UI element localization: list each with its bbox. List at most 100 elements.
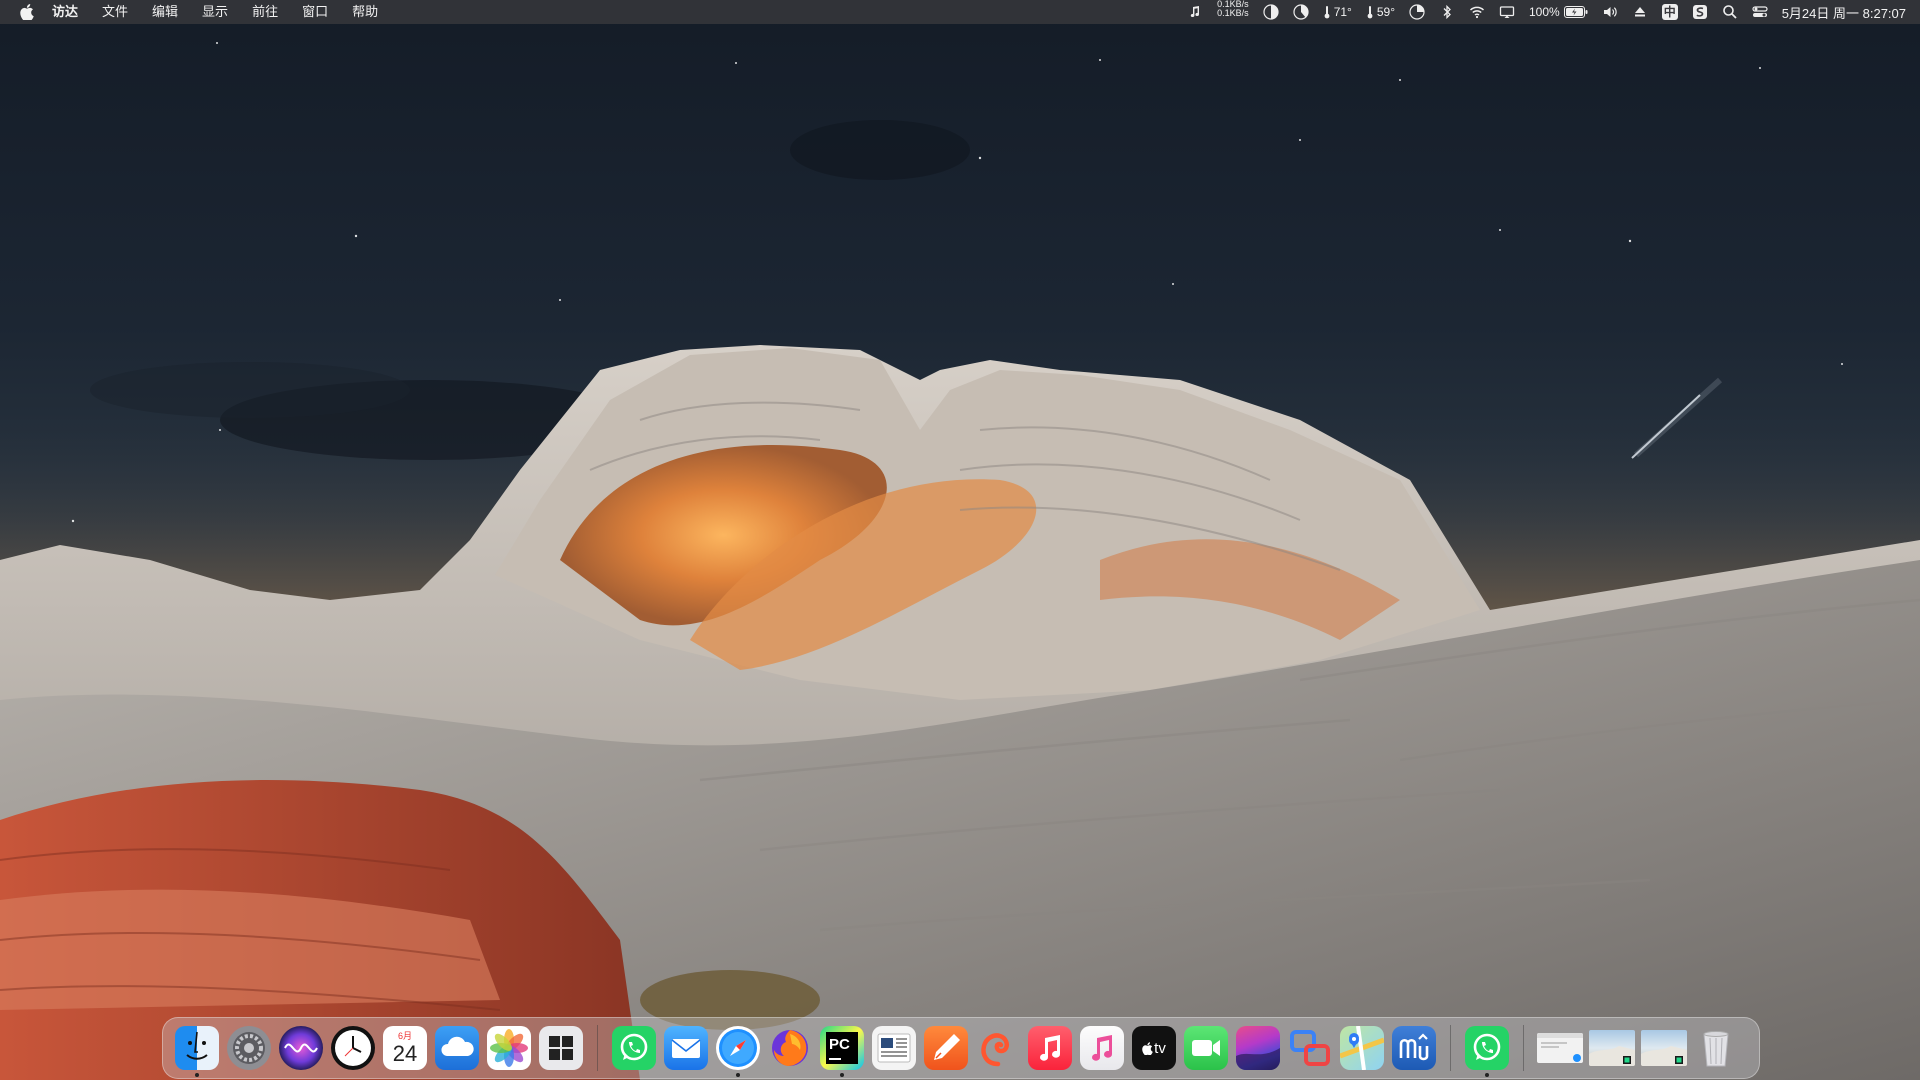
menu-help[interactable]: 帮助 <box>340 0 390 24</box>
thermometer-icon <box>1324 6 1330 19</box>
mail-envelope-icon <box>664 1026 708 1070</box>
dock-item-whatsapp[interactable] <box>608 1022 660 1074</box>
apple-tv-icon: tv <box>1132 1026 1176 1070</box>
dock-item-itunes[interactable] <box>1076 1022 1128 1074</box>
trash-can-icon <box>1694 1026 1738 1070</box>
running-indicator <box>840 1073 844 1077</box>
bluetooth-icon[interactable] <box>1439 0 1455 24</box>
pen-nib-icon <box>924 1026 968 1070</box>
gear-icon <box>227 1026 271 1070</box>
calendar-day: 24 <box>392 1041 418 1066</box>
dock-item-news-reader[interactable] <box>868 1022 920 1074</box>
dock-item-macos-installer[interactable] <box>1232 1022 1284 1074</box>
control-center-icon[interactable] <box>1752 0 1768 24</box>
music-note-icon[interactable] <box>1187 0 1203 24</box>
dock-minimized-window-2[interactable] <box>1586 1022 1638 1074</box>
dock-item-music[interactable] <box>1024 1022 1076 1074</box>
minimized-window-thumbnail <box>1641 1030 1687 1066</box>
spotlight-search-icon[interactable] <box>1722 0 1738 24</box>
apple-tv-label: tv <box>1154 1039 1166 1057</box>
dock-item-pen-tool[interactable] <box>920 1022 972 1074</box>
memory-usage-pie-icon[interactable] <box>1293 0 1309 24</box>
dock-item-trash[interactable] <box>1690 1022 1742 1074</box>
input-method-label: 中 <box>1661 4 1678 20</box>
desktop-wallpaper <box>0 0 1920 1080</box>
dock-item-clock[interactable] <box>327 1022 379 1074</box>
menu-view[interactable]: 显示 <box>190 0 240 24</box>
finder-icon <box>175 1026 219 1070</box>
dock-minimized-window-3[interactable] <box>1638 1022 1690 1074</box>
dock-item-photos[interactable] <box>483 1022 535 1074</box>
dock-separator <box>1450 1025 1451 1071</box>
dock-item-finder[interactable] <box>171 1022 223 1077</box>
dock-item-firefox[interactable] <box>764 1022 816 1074</box>
itunes-note-icon <box>1080 1026 1124 1070</box>
battery-percentage: 100% <box>1529 5 1560 19</box>
menubar-clock[interactable]: 5月24日 周一 8:27:07 <box>1782 0 1906 24</box>
minimized-window-thumbnail <box>1537 1033 1583 1063</box>
photos-icon <box>487 1026 531 1070</box>
macos-installer-icon <box>1236 1026 1280 1070</box>
input-method-icon[interactable]: 中 <box>1661 0 1678 24</box>
dock-item-boot-camp[interactable] <box>535 1022 587 1074</box>
dock-item-musescore[interactable] <box>1388 1022 1440 1074</box>
wallpaper-landscape <box>0 42 1920 1080</box>
linked-screens-icon <box>1288 1026 1332 1070</box>
minimized-window-thumbnail <box>1589 1030 1635 1066</box>
menu-file[interactable]: 文件 <box>90 0 140 24</box>
dock-item-weather[interactable] <box>431 1022 483 1074</box>
dock-item-screens-connect[interactable] <box>1284 1022 1336 1074</box>
menu-bar-left: 访达 文件 编辑 显示 前往 窗口 帮助 <box>20 0 390 24</box>
whatsapp-icon <box>612 1026 656 1070</box>
cpu-temperature-value: 71° <box>1333 5 1352 19</box>
cpu-usage-pie-icon[interactable] <box>1263 0 1279 24</box>
dock-item-maps[interactable] <box>1336 1022 1388 1074</box>
pycharm-label: PC <box>829 1036 850 1053</box>
apple-menu-icon[interactable] <box>20 4 34 20</box>
running-indicator <box>736 1073 740 1077</box>
windows-logo-icon <box>539 1026 583 1070</box>
clock-icon <box>331 1026 375 1070</box>
sogou-input-icon[interactable] <box>1692 0 1708 24</box>
network-speed-monitor[interactable]: 0.1KB/s 0.1KB/s <box>1217 0 1249 24</box>
volume-icon[interactable] <box>1602 0 1618 24</box>
battery-status[interactable]: 100% <box>1529 0 1588 24</box>
battery-charging-icon <box>1563 6 1588 18</box>
dock-item-swift-playgrounds[interactable] <box>972 1022 1024 1074</box>
wifi-icon[interactable] <box>1469 0 1485 24</box>
menu-bar: 访达 文件 编辑 显示 前往 窗口 帮助 0.1KB/s 0.1KB/s 71°… <box>0 0 1920 24</box>
siri-icon <box>279 1026 323 1070</box>
dock-separator <box>1523 1025 1524 1071</box>
dock-item-system-preferences[interactable] <box>223 1022 275 1074</box>
facetime-camera-icon <box>1184 1026 1228 1070</box>
dock-item-whatsapp-running[interactable] <box>1461 1022 1513 1077</box>
menu-app-name[interactable]: 访达 <box>52 0 90 24</box>
music-note-icon <box>1028 1026 1072 1070</box>
dock-item-calendar[interactable]: 6月 24 <box>379 1022 431 1074</box>
dock-item-safari[interactable] <box>712 1022 764 1077</box>
airplay-display-icon[interactable] <box>1499 0 1515 24</box>
firefox-icon <box>768 1026 812 1070</box>
menu-edit[interactable]: 编辑 <box>140 0 190 24</box>
dock: 6月 24 PC tv <box>162 1017 1760 1079</box>
thermometer-icon <box>1367 6 1373 19</box>
dock-minimized-window-1[interactable] <box>1534 1022 1586 1074</box>
menu-window[interactable]: 窗口 <box>290 0 340 24</box>
gpu-temperature-value: 59° <box>1376 5 1395 19</box>
dock-item-facetime[interactable] <box>1180 1022 1232 1074</box>
maps-icon <box>1340 1026 1384 1070</box>
cpu-temperature[interactable]: 71° <box>1323 0 1352 24</box>
running-indicator <box>195 1073 199 1077</box>
dock-item-siri[interactable] <box>275 1022 327 1074</box>
menu-go[interactable]: 前往 <box>240 0 290 24</box>
gpu-temperature[interactable]: 59° <box>1366 0 1395 24</box>
disk-usage-pie-icon[interactable] <box>1409 0 1425 24</box>
dock-item-pycharm[interactable]: PC <box>816 1022 868 1077</box>
eject-icon[interactable] <box>1632 0 1648 24</box>
whatsapp-icon <box>1465 1026 1509 1070</box>
dock-item-apple-tv[interactable]: tv <box>1128 1022 1180 1074</box>
dock-separator <box>597 1025 598 1071</box>
dock-item-mail[interactable] <box>660 1022 712 1074</box>
swift-spiral-icon <box>976 1026 1020 1070</box>
musescore-icon <box>1392 1026 1436 1070</box>
